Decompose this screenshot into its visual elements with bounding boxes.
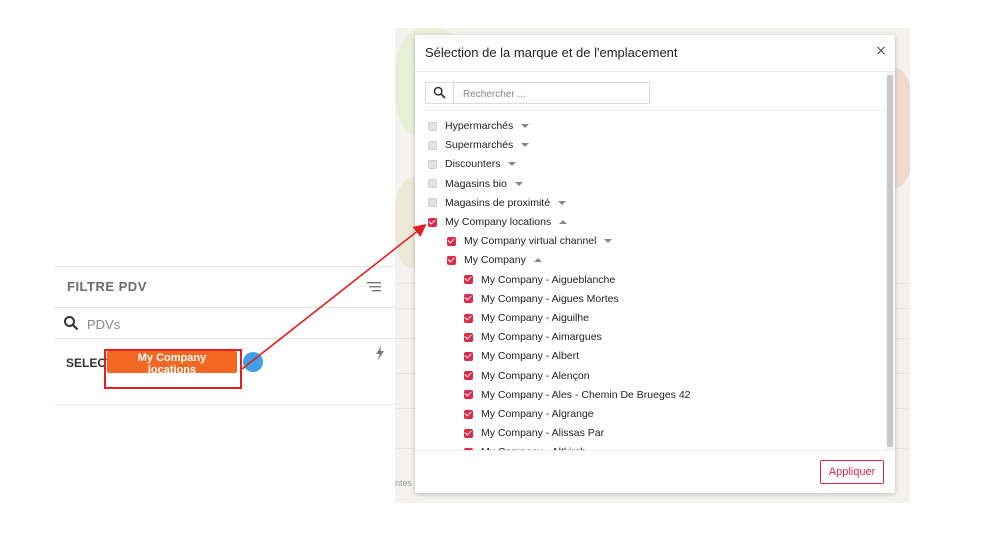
list-item[interactable]: Supermarchés xyxy=(428,136,530,154)
checkbox-checked[interactable] xyxy=(464,294,473,304)
checkbox-checked[interactable] xyxy=(464,409,473,419)
list-item-label: Magasins bio xyxy=(445,177,507,190)
list-item-label: My Company - Aimargues xyxy=(481,331,602,344)
pdv-search-input[interactable] xyxy=(85,312,379,336)
list-item[interactable]: Magasins de proximité xyxy=(428,194,567,212)
lightning-icon[interactable] xyxy=(375,346,385,360)
list-item-label: My Company - Aigues Mortes xyxy=(481,292,619,305)
list-item-label: My Company - Ales - Chemin De Brueges 42 xyxy=(481,388,691,401)
list-item[interactable]: My Company - Altkirch xyxy=(464,443,586,450)
list-item-label: Supermarchés xyxy=(445,139,514,152)
list-item[interactable]: My Company - Ales - Chemin De Brueges 42 xyxy=(464,386,691,404)
checkbox-unchecked[interactable] xyxy=(428,159,437,169)
brand-location-modal: Sélection de la marque et de l'emplaceme… xyxy=(415,35,895,493)
checkbox-checked[interactable] xyxy=(464,371,473,381)
modal-header-divider xyxy=(415,71,895,72)
caret-down-icon[interactable] xyxy=(604,239,613,244)
search-icon-cell xyxy=(426,83,454,103)
checkbox-unchecked[interactable] xyxy=(428,179,437,189)
list-item[interactable]: My Company - Alençon xyxy=(464,367,590,385)
caret-down-icon[interactable] xyxy=(521,124,530,128)
list-item[interactable]: My Company - Aigueblanche xyxy=(464,271,615,289)
checkbox-checked[interactable] xyxy=(464,332,473,342)
caret-down-icon[interactable] xyxy=(508,162,517,167)
list-item[interactable]: Discounters xyxy=(428,155,517,173)
search-icon xyxy=(64,316,79,331)
list-item[interactable]: My Company xyxy=(447,251,542,269)
list-item-label: My Company locations xyxy=(445,216,552,228)
list-item-label: My Company - Aiguilhe xyxy=(481,312,589,324)
filter-header: FILTRE PDV xyxy=(55,267,395,308)
checkbox-checked[interactable] xyxy=(428,217,437,227)
pdv-search-row xyxy=(55,308,395,339)
list-item-label: Discounters xyxy=(445,158,501,171)
list-item[interactable]: Magasins bio xyxy=(428,175,523,193)
list-item-label: My Company xyxy=(464,254,526,267)
list-item[interactable]: My Company - Aiguilhe xyxy=(464,309,589,327)
checkbox-checked[interactable] xyxy=(464,390,473,400)
caret-down-icon[interactable] xyxy=(558,200,567,205)
list-item-label: My Company - Algrange xyxy=(481,408,594,420)
caret-down-icon[interactable] xyxy=(514,181,523,186)
modal-search-box xyxy=(425,82,650,104)
list-item[interactable]: My Company - Aigues Mortes xyxy=(464,290,619,308)
list-item[interactable]: My Company - Albert xyxy=(464,347,579,365)
checkbox-checked[interactable] xyxy=(464,275,473,285)
caret-up-icon[interactable] xyxy=(559,220,568,224)
checkbox-unchecked[interactable] xyxy=(428,140,437,150)
list-item[interactable]: My Company - Algrange xyxy=(464,405,594,423)
list-item-label: My Company - Aigueblanche xyxy=(481,273,616,286)
annotation-highlight-box xyxy=(104,349,242,389)
list-item-label: Magasins de proximité xyxy=(445,196,551,209)
list-item[interactable]: My Company virtual channel xyxy=(447,232,613,250)
modal-footer-divider xyxy=(415,450,895,451)
search-icon xyxy=(433,86,446,99)
scrollbar-thumb[interactable] xyxy=(887,75,893,447)
caret-up-icon[interactable] xyxy=(533,258,542,263)
checkbox-checked[interactable] xyxy=(464,313,473,323)
list-item-label: My Company - Alissas Par xyxy=(481,427,605,440)
footer-fragment: ntes xyxy=(395,478,413,488)
filter-title: FILTRE PDV xyxy=(67,279,147,294)
checkbox-checked[interactable] xyxy=(447,236,456,246)
panel-divider xyxy=(55,404,395,405)
list-item[interactable]: My Company - Alissas Par xyxy=(464,424,604,442)
checkbox-checked[interactable] xyxy=(464,428,473,438)
list-item[interactable]: My Company - Aimargues xyxy=(464,328,602,346)
checkbox-unchecked[interactable] xyxy=(428,121,437,131)
add-filter-button[interactable] xyxy=(243,352,263,372)
list-item[interactable]: My Company locations xyxy=(428,213,568,231)
modal-title: Sélection de la marque et de l'emplaceme… xyxy=(425,45,678,60)
apply-button[interactable]: Appliquer xyxy=(820,460,884,484)
list-item-label: My Company virtual channel xyxy=(464,235,597,248)
checkbox-unchecked[interactable] xyxy=(428,198,437,208)
list-item[interactable]: Hypermarchés xyxy=(428,117,530,135)
list-item-label: My Company - Albert xyxy=(481,350,580,363)
search-divider xyxy=(425,110,885,111)
checkbox-checked[interactable] xyxy=(464,351,473,361)
list-item-label: Hypermarchés xyxy=(445,120,514,132)
modal-search-input[interactable] xyxy=(461,85,645,103)
list-item-label: My Company - Alençon xyxy=(481,369,590,382)
checkbox-checked[interactable] xyxy=(447,255,456,265)
close-icon[interactable]: × xyxy=(874,43,888,59)
caret-down-icon[interactable] xyxy=(521,143,530,148)
brand-location-list: Hypermarchés Supermarchés Discounters Magas… xyxy=(415,115,885,450)
sort-lines-icon[interactable] xyxy=(367,281,381,293)
